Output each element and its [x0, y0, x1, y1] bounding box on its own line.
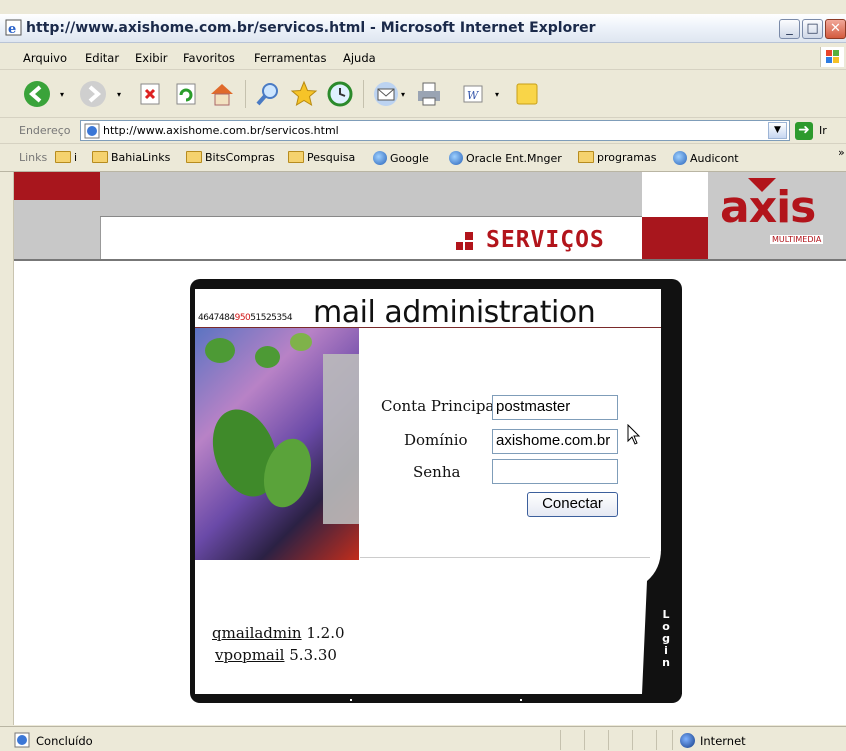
print-icon[interactable] [414, 79, 444, 109]
link-bahialinks[interactable]: BahiaLinks [92, 151, 170, 164]
section-squares-icon [456, 232, 473, 250]
link-i[interactable]: i [55, 151, 77, 164]
links-label: Links [19, 151, 48, 164]
stop-icon[interactable] [135, 79, 165, 109]
mail-dropdown-icon[interactable]: ▾ [401, 90, 405, 99]
conta-principal-input[interactable]: postmaster [492, 395, 618, 420]
folder-icon [186, 151, 202, 163]
qmailadmin-version: qmailadmin 1.2.0 [212, 624, 345, 642]
go-button-label[interactable]: Ir [819, 124, 827, 137]
forward-dropdown-icon[interactable]: ▾ [117, 90, 121, 99]
ie-app-icon: e [5, 19, 22, 36]
mail-icon[interactable] [371, 79, 401, 109]
status-bar: Concluído Internet [0, 726, 846, 751]
back-icon[interactable] [22, 79, 52, 109]
edit-word-icon[interactable]: W [458, 79, 488, 109]
senha-input[interactable] [492, 459, 618, 484]
menu-exibir[interactable]: Exibir [135, 51, 168, 65]
ie-page-icon [373, 151, 387, 165]
svg-text:e: e [8, 22, 16, 36]
link-oracle[interactable]: Oracle Ent.Mnger [449, 151, 562, 165]
address-dropdown-icon[interactable]: ▼ [768, 122, 787, 139]
links-bar: Links i BahiaLinks BitsCompras Pesquisa … [0, 144, 846, 172]
link-audicont[interactable]: Audicont [673, 151, 739, 165]
folder-icon [578, 151, 594, 163]
link-bitscompras[interactable]: BitsCompras [186, 151, 275, 164]
address-url: http://www.axishome.com.br/servicos.html [103, 124, 339, 137]
menu-arquivo[interactable]: Arquivo [23, 51, 67, 65]
svg-text:W: W [467, 89, 480, 102]
status-text: Concluído [36, 734, 93, 748]
folder-icon [288, 151, 304, 163]
folder-icon [55, 151, 71, 163]
header-red-block [14, 172, 100, 200]
security-zone-label: Internet [700, 734, 746, 748]
browser-window: e http://www.axishome.com.br/servicos.ht… [0, 0, 846, 751]
ie-page-icon [84, 123, 100, 139]
decorative-image [195, 328, 359, 560]
address-bar: Endereço http://www.axishome.com.br/serv… [0, 118, 846, 144]
menu-ajuda[interactable]: Ajuda [343, 51, 376, 65]
senha-label: Senha [413, 463, 461, 481]
discuss-note-icon[interactable] [512, 79, 542, 109]
link-programas[interactable]: programas [578, 151, 656, 164]
internet-zone-icon [680, 733, 695, 748]
vpopmail-version: vpopmail 5.3.30 [215, 646, 337, 664]
header-red-square [642, 217, 708, 260]
close-button[interactable]: ✕ [825, 19, 846, 39]
header-gray-block [14, 200, 100, 260]
go-arrow-icon[interactable]: ➜ [795, 122, 813, 140]
ie-page-icon [449, 151, 463, 165]
logo-subtitle: MULTIMEDIA [770, 235, 824, 244]
qmailadmin-link[interactable]: qmailadmin [212, 624, 302, 642]
menu-bar: Arquivo Editar Exibir Favoritos Ferramen… [0, 44, 846, 70]
dominio-label: Domínio [404, 431, 468, 449]
windows-flag-icon [820, 47, 844, 67]
mail-admin-inner: 464748495051525354 mail administration C… [195, 289, 661, 694]
home-icon[interactable] [207, 79, 237, 109]
login-side-tab[interactable]: Login [659, 609, 673, 669]
ie-page-icon [673, 151, 687, 165]
address-label: Endereço [19, 124, 71, 137]
number-strip: 464748495051525354 [198, 313, 293, 323]
history-icon[interactable] [325, 79, 355, 109]
window-title: http://www.axishome.com.br/servicos.html… [26, 20, 596, 36]
links-overflow-icon[interactable]: » [838, 146, 845, 159]
favorites-star-icon[interactable] [289, 79, 319, 109]
menu-editar[interactable]: Editar [85, 51, 119, 65]
title-bar: e http://www.axishome.com.br/servicos.ht… [0, 14, 846, 43]
edit-dropdown-icon[interactable]: ▾ [495, 90, 499, 99]
mail-admin-title: mail administration [313, 295, 596, 330]
link-google[interactable]: Google [373, 151, 429, 165]
standard-toolbar: ▾ ▾ ▾ W ▾ [0, 71, 846, 118]
search-icon[interactable] [253, 79, 283, 109]
forward-icon[interactable] [78, 79, 108, 109]
ie-page-icon [14, 732, 30, 748]
menu-favoritos[interactable]: Favoritos [183, 51, 235, 65]
minimize-button[interactable]: _ [779, 19, 800, 39]
logo-text: axis [720, 182, 816, 233]
page-content: SERVIÇOS axis MULTIMEDIA 464748495051525… [14, 172, 846, 725]
dominio-input[interactable]: axishome.com.br [492, 429, 618, 454]
folder-icon [92, 151, 108, 163]
window-left-edge [0, 172, 14, 725]
menu-ferramentas[interactable]: Ferramentas [254, 51, 326, 65]
section-title: SERVIÇOS [486, 227, 605, 253]
vpopmail-link[interactable]: vpopmail [215, 646, 284, 664]
mouse-cursor-icon [627, 424, 641, 445]
header-gray-band [100, 172, 642, 216]
mail-admin-panel: 464748495051525354 mail administration C… [190, 279, 682, 703]
conta-principal-label: Conta Principal [381, 397, 500, 415]
conectar-button[interactable]: Conectar [527, 492, 618, 517]
link-pesquisa[interactable]: Pesquisa [288, 151, 355, 164]
maximize-button[interactable]: □ [802, 19, 823, 39]
refresh-icon[interactable] [171, 79, 201, 109]
back-dropdown-icon[interactable]: ▾ [60, 90, 64, 99]
address-input[interactable]: http://www.axishome.com.br/servicos.html [80, 120, 790, 141]
